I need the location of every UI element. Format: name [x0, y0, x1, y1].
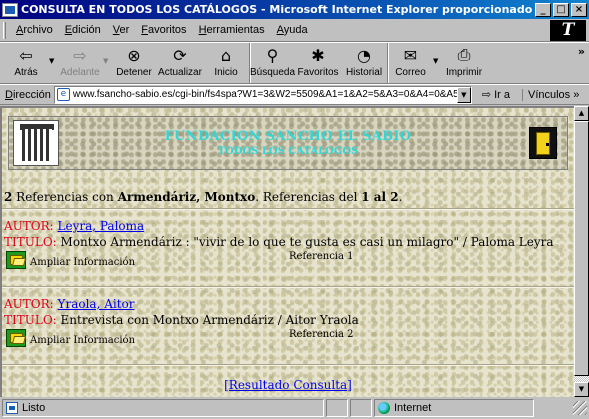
title-bar: CONSULTA EN TODOS LOS CATÁLOGOS - Micros…	[0, 0, 589, 19]
back-button[interactable]: ⇦ Atrás	[3, 43, 49, 83]
minimize-button[interactable]: _	[535, 2, 551, 17]
divider	[2, 286, 574, 288]
address-bar: Dirección e www.fsancho-sabio.es/cgi-bin…	[0, 84, 589, 105]
status-bar: Listo Internet	[0, 397, 589, 419]
page-content: FUNDACION SANCHO EL SABIO TODOS LOS CATA…	[0, 106, 574, 397]
page-status-icon	[6, 402, 18, 414]
search-icon: ⚲	[266, 45, 279, 65]
mail-button[interactable]: ✉ Correo	[387, 43, 433, 83]
zone-label: Internet	[394, 402, 432, 414]
divider	[2, 208, 574, 210]
close-button[interactable]: ×	[571, 2, 587, 17]
status-progress-panel	[326, 399, 348, 417]
menu-edicion[interactable]: Edición	[59, 24, 107, 36]
links-button[interactable]: Vínculos »	[521, 88, 579, 101]
exit-door-icon[interactable]	[529, 127, 557, 159]
maximize-button[interactable]: □	[553, 2, 569, 17]
author-label: AUTOR:	[4, 297, 54, 311]
record-title: Montxo Armendáriz : "vivir de lo que te …	[60, 235, 554, 249]
title-label: TITULO:	[4, 235, 57, 249]
result-query-link-row: [Resultado Consulta]	[2, 378, 574, 392]
record-2: AUTOR: Yraola, Aitor TITULO: Entrevista …	[4, 296, 564, 351]
divider	[2, 364, 574, 366]
mail-dropdown-icon[interactable]: ▼	[433, 57, 441, 65]
scroll-up-icon[interactable]: ▲	[574, 106, 589, 121]
result-query-link[interactable]: [Resultado Consulta]	[224, 378, 352, 392]
home-icon: ⌂	[220, 45, 232, 65]
status-text: Listo	[22, 402, 46, 414]
menu-ver[interactable]: Ver	[107, 24, 136, 36]
isp-logo: T	[550, 20, 586, 41]
status-text-panel: Listo	[2, 399, 324, 417]
results-summary: 2 Referencias con Armendáriz, Montxo. Re…	[4, 190, 403, 204]
scroll-thumb[interactable]	[574, 121, 589, 376]
toolbar-more-chevron[interactable]: »	[578, 45, 585, 58]
stop-icon: ⊗	[127, 45, 141, 65]
address-input[interactable]: e www.fsancho-sabio.es/cgi-bin/fs4spa?W1…	[53, 85, 472, 104]
stop-button[interactable]: ⊗ Detener	[111, 43, 157, 83]
open-folder-icon[interactable]	[6, 329, 27, 347]
refresh-button[interactable]: ⟳ Actualizar	[157, 43, 203, 83]
open-folder-icon[interactable]	[6, 251, 27, 269]
back-arrow-icon: ⇦	[19, 45, 33, 65]
menu-archivo[interactable]: Archivo	[10, 24, 59, 36]
banner-title: FUNDACION SANCHO EL SABIO	[164, 129, 412, 144]
more-info-label: Ampliar Información	[30, 335, 136, 346]
back-dropdown-icon[interactable]: ▼	[49, 57, 57, 65]
forward-arrow-icon: ⇨	[73, 45, 87, 65]
reference-number: Referencia 1	[289, 251, 354, 262]
window-title: CONSULTA EN TODOS LOS CATÁLOGOS - Micros…	[21, 3, 535, 16]
header-banner: FUNDACION SANCHO EL SABIO TODOS LOS CATA…	[8, 116, 568, 170]
author-label: AUTOR:	[4, 219, 54, 233]
ie-page-icon	[2, 2, 18, 17]
menu-herramientas[interactable]: Herramientas	[193, 24, 271, 36]
standard-toolbar: ⇦ Atrás ▼ ⇨ Adelante ▼ ⊗ Detener ⟳ Actua…	[0, 42, 589, 84]
history-button[interactable]: ◔ Historial	[341, 43, 387, 83]
address-url[interactable]: www.fsancho-sabio.es/cgi-bin/fs4spa?W1=3…	[73, 89, 457, 100]
reference-number: Referencia 2	[289, 329, 354, 340]
address-label: Dirección	[5, 88, 51, 101]
search-button[interactable]: ⚲ Búsqueda	[249, 43, 295, 83]
menu-bar: Archivo Edición Ver Favoritos Herramient…	[0, 19, 589, 42]
banner-subtitle: TODOS LOS CATALOGOS	[217, 146, 359, 157]
record-title: Entrevista con Montxo Armendáriz / Aitor…	[60, 313, 359, 327]
refresh-icon: ⟳	[173, 45, 187, 65]
vertical-scrollbar[interactable]: ▲ ▼	[574, 106, 589, 397]
mail-icon: ✉	[403, 45, 418, 65]
home-button[interactable]: ⌂ Inicio	[203, 43, 249, 83]
security-zone-panel: Internet	[374, 399, 534, 417]
scroll-down-icon[interactable]: ▼	[574, 382, 589, 397]
print-icon: ⎙	[457, 45, 471, 64]
forward-dropdown-icon[interactable]: ▼	[103, 57, 111, 65]
go-arrow-icon: ⇨	[481, 89, 492, 101]
history-icon: ◔	[357, 45, 371, 65]
forward-button[interactable]: ⇨ Adelante	[57, 43, 103, 83]
title-label: TITULO:	[4, 313, 57, 327]
more-info-label: Ampliar Información	[30, 257, 136, 268]
author-link[interactable]: Leyra, Paloma	[58, 219, 145, 233]
favorites-button[interactable]: ✱ Favoritos	[295, 43, 341, 83]
print-button[interactable]: ⎙ Imprimir	[441, 43, 487, 83]
go-button[interactable]: ⇨ Ir a	[481, 88, 510, 102]
page-icon: e	[56, 88, 70, 101]
status-lock-panel	[350, 399, 372, 417]
address-dropdown-icon[interactable]: ▼	[456, 86, 471, 103]
favorites-icon: ✱	[311, 45, 325, 65]
menu-ayuda[interactable]: Ayuda	[271, 24, 314, 36]
menu-grip[interactable]	[3, 21, 6, 39]
menu-favoritos[interactable]: Favoritos	[135, 24, 192, 36]
record-1: AUTOR: Leyra, Paloma TITULO: Montxo Arme…	[4, 218, 564, 273]
globe-icon	[378, 402, 390, 414]
author-link[interactable]: Yraola, Aitor	[58, 297, 135, 311]
resize-grip[interactable]	[573, 401, 587, 415]
